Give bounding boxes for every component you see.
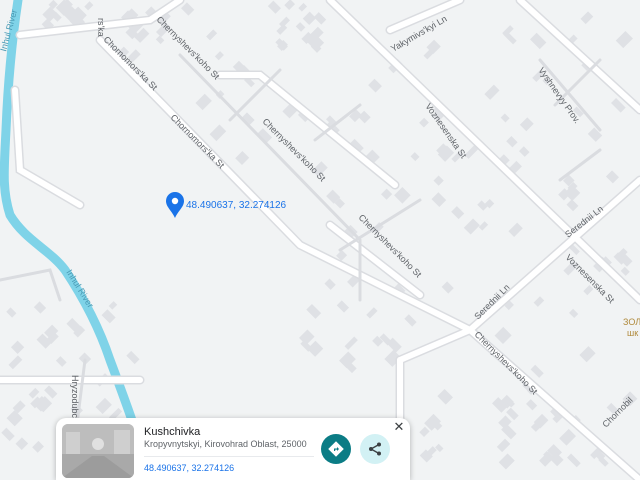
close-icon[interactable]: ✕ [392,420,406,434]
card-divider [144,456,314,457]
place-thumbnail[interactable] [62,424,134,478]
map-canvas[interactable]: rs'ka Chornomors'ka St Chornomors'ka St … [0,0,640,480]
poi-label-zol: ЗОЛ [623,317,640,327]
directions-button[interactable] [321,434,351,464]
poi-label-shk: шк [627,328,638,338]
place-card[interactable]: Kushchivka Kropyvnytskyi, Kirovohrad Obl… [56,418,410,480]
place-coordinates[interactable]: 48.490637, 32.274126 [144,463,234,473]
street-view-icon [62,424,134,478]
street-label-hryzodub: Hryzodubc [70,375,80,419]
pin-coordinates-label: 48.490637, 32.274126 [186,200,287,211]
share-icon [369,442,381,456]
directions-icon [328,441,344,457]
street-label-chornomorska-top: rs'ka [96,18,106,37]
place-title: Kushchivka [144,426,201,438]
share-button[interactable] [360,434,390,464]
place-address: Kropyvnytskyi, Kirovohrad Oblast, 25000 [144,439,307,449]
